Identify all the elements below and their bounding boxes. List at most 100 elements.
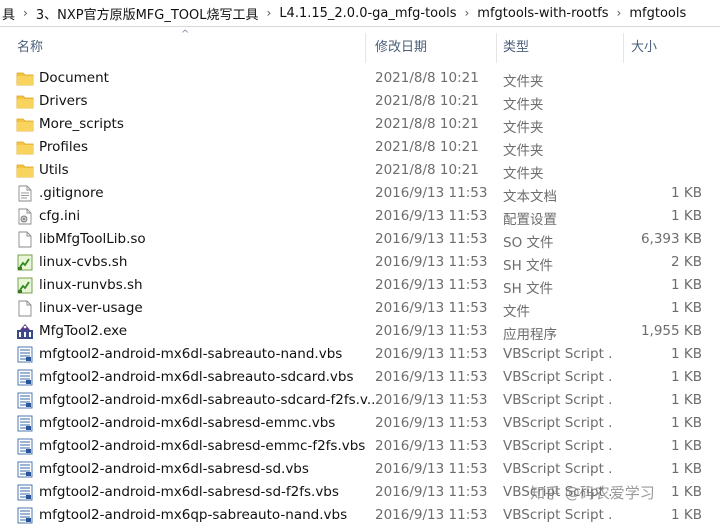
chevron-right-icon[interactable]: ›: [613, 6, 626, 20]
column-divider[interactable]: [623, 33, 624, 63]
file-row[interactable]: linux-runvbs.sh 2016/9/13 11:53 SH 文件 1 KB: [0, 274, 720, 297]
breadcrumb-item-5[interactable]: mfgtools: [625, 6, 690, 21]
watermark-text: 知乎 @码农爱学习: [530, 484, 655, 502]
column-divider[interactable]: [496, 33, 497, 63]
chevron-right-icon[interactable]: ›: [263, 6, 276, 20]
file-size: 6,393 KB: [640, 231, 702, 247]
file-name: mfgtool2-android-mx6dl-sabreauto-sdcard-…: [39, 392, 380, 408]
file-size: 1 KB: [671, 208, 702, 224]
file-row[interactable]: mfgtool2-android-mx6dl-sabresd-emmc.vbs 2…: [0, 412, 720, 435]
breadcrumb-item-3[interactable]: L4.1.15_2.0.0-ga_mfg-tools: [275, 6, 460, 21]
file-size: 1 KB: [671, 185, 702, 201]
file-size: 1 KB: [671, 438, 702, 454]
file-name: mfgtool2-android-mx6dl-sabreauto-sdcard.…: [39, 369, 354, 385]
file-row[interactable]: MfgTool2.exe 2016/9/13 11:53 应用程序 1,955 KB: [0, 320, 720, 343]
file-modified-date: 2016/9/13 11:53: [375, 415, 488, 431]
chevron-right-icon[interactable]: ›: [19, 6, 32, 20]
file-name: mfgtool2-android-mx6dl-sabresd-emmc.vbs: [39, 415, 336, 431]
file-name: linux-runvbs.sh: [39, 277, 143, 293]
file-size: 1 KB: [671, 300, 702, 316]
file-row[interactable]: linux-ver-usage 2016/9/13 11:53 文件 1 KB: [0, 297, 720, 320]
file-row[interactable]: mfgtool2-android-mx6dl-sabreauto-sdcard-…: [0, 389, 720, 412]
file-modified-date: 2016/9/13 11:53: [375, 185, 488, 201]
folder-icon: [16, 162, 34, 179]
file-modified-date: 2016/9/13 11:53: [375, 369, 488, 385]
file-row[interactable]: cfg.ini 2016/9/13 11:53 配置设置 1 KB: [0, 205, 720, 228]
file-type: 配置设置: [503, 212, 557, 228]
file-row[interactable]: libMfgToolLib.so 2016/9/13 11:53 SO 文件 6,39…: [0, 228, 720, 251]
vbs-file-icon: [16, 346, 34, 363]
vbs-file-icon: [16, 507, 34, 524]
file-type: 应用程序: [503, 327, 557, 343]
file-name: mfgtool2-android-mx6dl-sabresd-sd.vbs: [39, 461, 309, 477]
file-type: VBScript Script ...: [503, 346, 611, 362]
folder-icon: [16, 93, 34, 110]
column-header-name[interactable]: 名称: [17, 27, 43, 63]
file-modified-date: 2021/8/8 10:21: [375, 162, 479, 178]
file-modified-date: 2021/8/8 10:21: [375, 116, 479, 132]
file-type: SO 文件: [503, 235, 554, 251]
breadcrumb-item-2[interactable]: 3、NXP官方原版MFG_TOOL烧写工具: [32, 4, 263, 23]
file-modified-date: 2016/9/13 11:53: [375, 346, 488, 362]
chevron-right-icon[interactable]: ›: [460, 6, 473, 20]
file-type: 文件夹: [503, 97, 544, 113]
file-modified-date: 2016/9/13 11:53: [375, 208, 488, 224]
blank-file-icon: [16, 300, 34, 317]
folder-icon: [16, 70, 34, 87]
file-name: libMfgToolLib.so: [39, 231, 146, 247]
blank-file-icon: [16, 231, 34, 248]
file-row[interactable]: Utils 2021/8/8 10:21 文件夹: [0, 159, 720, 182]
file-row[interactable]: Profiles 2021/8/8 10:21 文件夹: [0, 136, 720, 159]
file-type: VBScript Script ...: [503, 415, 611, 431]
file-type: VBScript Script ...: [503, 438, 611, 454]
file-row[interactable]: .gitignore 2016/9/13 11:53 文本文档 1 KB: [0, 182, 720, 205]
file-modified-date: 2016/9/13 11:53: [375, 323, 488, 339]
file-modified-date: 2021/8/8 10:21: [375, 93, 479, 109]
file-name: Profiles: [39, 139, 89, 155]
file-row[interactable]: mfgtool2-android-mx6dl-sabresd-emmc-f2fs…: [0, 435, 720, 458]
file-row[interactable]: More_scripts 2021/8/8 10:21 文件夹: [0, 113, 720, 136]
breadcrumb-item-4[interactable]: mfgtools-with-rootfs: [473, 6, 612, 21]
vbs-file-icon: [16, 461, 34, 478]
file-modified-date: 2021/8/8 10:21: [375, 70, 479, 86]
file-row[interactable]: Drivers 2021/8/8 10:21 文件夹: [0, 90, 720, 113]
file-type: 文件夹: [503, 166, 544, 182]
file-row[interactable]: Document 2021/8/8 10:21 文件夹: [0, 67, 720, 90]
file-modified-date: 2016/9/13 11:53: [375, 392, 488, 408]
file-size: 1 KB: [671, 346, 702, 362]
file-row[interactable]: linux-cvbs.sh 2016/9/13 11:53 SH 文件 2 KB: [0, 251, 720, 274]
address-bar[interactable]: 具 › 3、NXP官方原版MFG_TOOL烧写工具 › L4.1.15_2.0.…: [0, 0, 720, 27]
shell-script-icon: [16, 254, 34, 271]
file-size: 1 KB: [671, 484, 702, 500]
text-file-icon: [16, 185, 34, 202]
vbs-file-icon: [16, 369, 34, 386]
column-header-modified[interactable]: 修改日期: [375, 27, 427, 63]
file-size: 1,955 KB: [640, 323, 702, 339]
file-row[interactable]: mfgtool2-android-mx6dl-sabreauto-sdcard.…: [0, 366, 720, 389]
file-row[interactable]: mfgtool2-android-mx6dl-sabresd-sd.vbs 201…: [0, 458, 720, 481]
file-modified-date: 2016/9/13 11:53: [375, 254, 488, 270]
file-size: 1 KB: [671, 277, 702, 293]
vbs-file-icon: [16, 392, 34, 409]
file-name: Drivers: [39, 93, 88, 109]
file-size: 1 KB: [671, 392, 702, 408]
file-type: 文件夹: [503, 120, 544, 136]
file-name: mfgtool2-android-mx6dl-sabreauto-nand.vb…: [39, 346, 343, 362]
file-name: mfgtool2-android-mx6dl-sabresd-sd-f2fs.v…: [39, 484, 339, 500]
file-row[interactable]: mfgtool2-android-mx6qp-sabreauto-nand.vb…: [0, 504, 720, 527]
file-modified-date: 2016/9/13 11:53: [375, 277, 488, 293]
breadcrumb-item-1[interactable]: 具: [0, 4, 19, 23]
file-name: .gitignore: [39, 185, 104, 201]
file-name: mfgtool2-android-mx6dl-sabresd-emmc-f2fs…: [39, 438, 366, 454]
file-type: VBScript Script ...: [503, 461, 611, 477]
file-row[interactable]: mfgtool2-android-mx6dl-sabreauto-nand.vb…: [0, 343, 720, 366]
column-header-type[interactable]: 类型: [503, 27, 529, 63]
file-modified-date: 2016/9/13 11:53: [375, 231, 488, 247]
column-header-size[interactable]: 大小: [631, 27, 657, 63]
vbs-file-icon: [16, 415, 34, 432]
column-header: ^ 名称 修改日期 类型 大小: [0, 27, 720, 63]
file-modified-date: 2016/9/13 11:53: [375, 461, 488, 477]
config-file-icon: [16, 208, 34, 225]
file-name: MfgTool2.exe: [39, 323, 128, 339]
column-divider[interactable]: [365, 33, 366, 63]
